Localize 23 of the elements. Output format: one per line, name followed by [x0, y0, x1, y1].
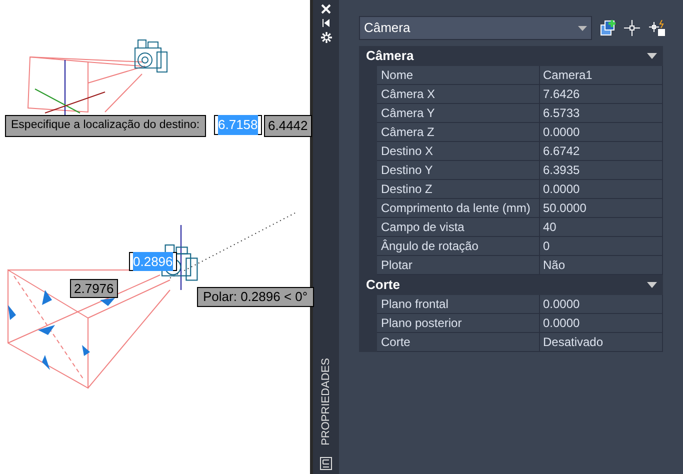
ucs-axes-drawing — [34, 60, 106, 116]
quick-select-icon[interactable] — [648, 20, 666, 36]
pin-icon[interactable] — [321, 18, 332, 28]
z-axis-line — [180, 224, 182, 290]
object-type-dropdown[interactable]: Câmera — [358, 16, 592, 40]
crosshair-icon[interactable] — [624, 20, 640, 36]
property-label: Corte — [376, 333, 540, 352]
section-header[interactable]: Corte — [358, 275, 663, 295]
command-prompt: Especifique a localização do destino: — [5, 115, 206, 137]
settings-icon[interactable] — [320, 32, 332, 43]
properties-icon[interactable] — [320, 457, 332, 470]
length-dimension: 2.7976 — [70, 279, 118, 298]
property-value[interactable]: Desativado — [540, 333, 663, 352]
close-icon[interactable] — [321, 4, 332, 14]
toggle-pickadd-icon[interactable] — [600, 20, 616, 36]
y-input-field[interactable]: 6.4442 — [264, 115, 312, 137]
camera-icon — [134, 40, 168, 72]
section-header[interactable]: Câmera — [358, 46, 663, 66]
collapse-icon — [646, 282, 657, 288]
polar-tooltip: Polar: 0.2896 < 0° — [197, 287, 314, 307]
caret-icon — [578, 26, 587, 30]
collapse-icon — [646, 53, 657, 59]
palette-title: PROPRIEDADES — [318, 358, 333, 445]
